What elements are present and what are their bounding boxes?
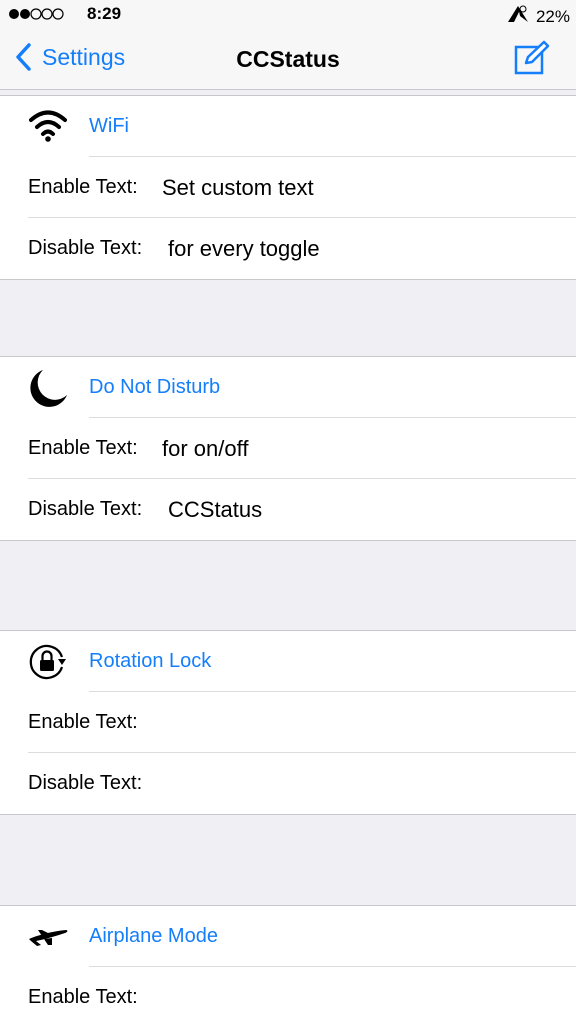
disable-text-row[interactable]: Disable Text: xyxy=(0,753,576,814)
navigation-bar: Settings CCStatus xyxy=(0,28,576,90)
enable-text-label: Enable Text: xyxy=(28,176,138,198)
disable-text-row[interactable]: Disable Text: for every toggle xyxy=(0,218,576,279)
status-bar: 8:29 22% xyxy=(0,0,576,28)
enable-text-label: Enable Text: xyxy=(28,986,138,1008)
rotation-lock-icon xyxy=(29,644,66,680)
location-icon xyxy=(506,4,530,29)
chevron-left-icon xyxy=(16,43,31,71)
moon-icon xyxy=(30,370,67,407)
enable-text-row[interactable]: Enable Text: Set custom text xyxy=(0,157,576,218)
status-time: 8:29 xyxy=(87,4,122,23)
disable-text-field[interactable]: CCStatus xyxy=(168,479,262,540)
airplane-icon xyxy=(29,930,68,946)
toggle-title: Airplane Mode xyxy=(89,925,218,947)
toggle-title: Rotation Lock xyxy=(89,650,212,672)
toggle-header: Do Not Disturb xyxy=(0,357,576,418)
toggle-group-rotation-lock: Rotation Lock Enable Text: Disable Text: xyxy=(0,630,576,815)
toggle-header: Airplane Mode xyxy=(0,906,576,967)
enable-text-label: Enable Text: xyxy=(28,711,138,733)
wifi-icon xyxy=(29,110,67,142)
disable-text-label: Disable Text: xyxy=(28,498,143,520)
disable-text-row[interactable]: Disable Text: CCStatus xyxy=(0,479,576,540)
toggle-title: WiFi xyxy=(89,115,129,137)
enable-text-field[interactable]: Set custom text xyxy=(162,157,314,218)
toggle-group-wifi: WiFi Enable Text: Set custom text Disabl… xyxy=(0,95,576,280)
enable-text-label: Enable Text: xyxy=(28,437,138,459)
toggle-group-do-not-disturb: Do Not Disturb Enable Text: for on/off D… xyxy=(0,356,576,541)
disable-text-field[interactable]: for every toggle xyxy=(168,218,320,279)
battery-percent: 22% xyxy=(535,6,570,26)
enable-text-row[interactable]: Enable Text: xyxy=(0,967,576,1028)
enable-text-field[interactable]: for on/off xyxy=(162,418,248,479)
toggle-header: Rotation Lock xyxy=(0,631,576,692)
toggle-title: Do Not Disturb xyxy=(89,376,221,398)
disable-text-label: Disable Text: xyxy=(28,237,143,259)
back-label: Settings xyxy=(42,44,126,70)
toggle-header: WiFi xyxy=(0,96,576,157)
compose-icon[interactable] xyxy=(514,40,550,76)
toggle-group-airplane-mode: Airplane Mode Enable Text: xyxy=(0,905,576,1028)
enable-text-row[interactable]: Enable Text: xyxy=(0,692,576,753)
signal-dots-icon xyxy=(8,4,78,24)
back-button[interactable]: Settings xyxy=(14,42,125,72)
enable-text-row[interactable]: Enable Text: for on/off xyxy=(0,418,576,479)
disable-text-label: Disable Text: xyxy=(28,772,143,794)
